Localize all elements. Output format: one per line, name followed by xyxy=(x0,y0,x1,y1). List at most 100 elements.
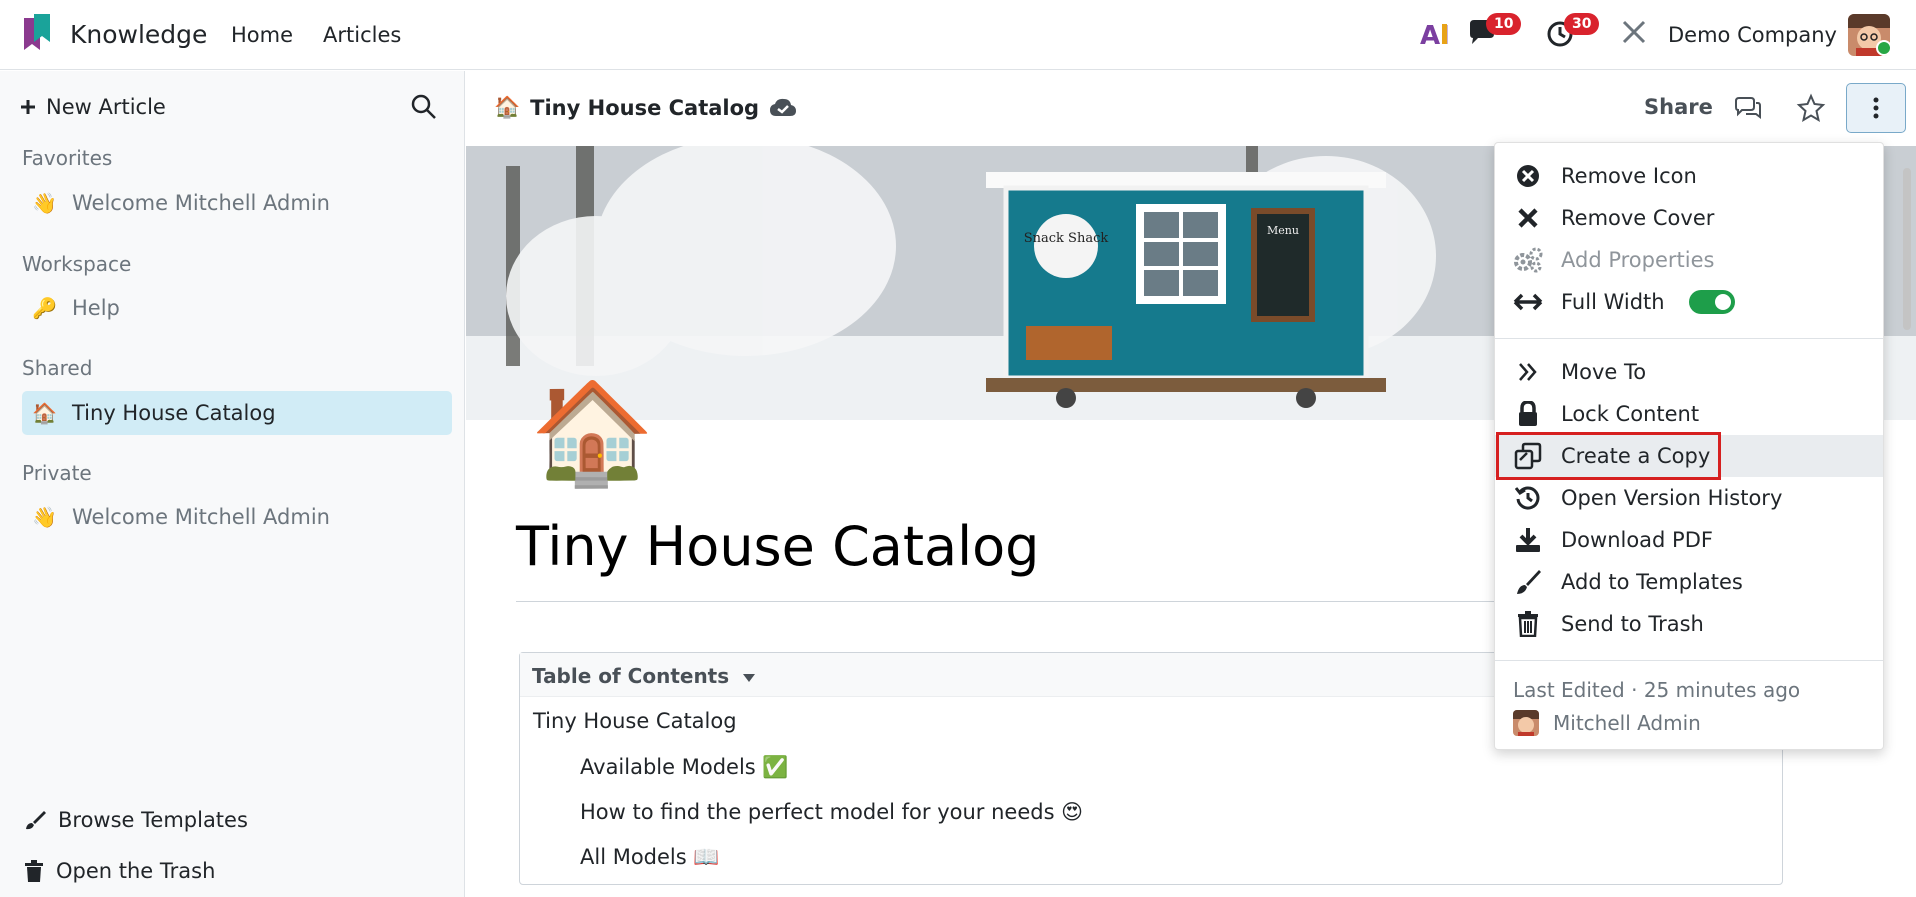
sidebar: New Article Favorites 👋 Welcome Mitchell… xyxy=(0,71,465,897)
settings-tools-icon[interactable] xyxy=(1618,16,1654,52)
breadcrumb-title: Tiny House Catalog xyxy=(530,95,760,120)
paintbrush-icon xyxy=(1517,570,1541,594)
kebab-icon xyxy=(1873,97,1879,119)
full-width-toggle[interactable] xyxy=(1688,290,1735,314)
article-title[interactable]: Tiny House Catalog xyxy=(516,515,1039,578)
remove-circle-icon xyxy=(1517,165,1539,187)
open-trash-button[interactable]: Open the Trash xyxy=(24,859,215,883)
toc-item[interactable]: Available Models ✅ xyxy=(580,755,789,780)
search-icon[interactable] xyxy=(410,93,438,121)
double-chevron-right-icon xyxy=(1519,363,1537,381)
menu-item-remove-icon[interactable]: Remove Icon xyxy=(1495,155,1883,197)
sidebar-item-label: Tiny House Catalog xyxy=(72,401,276,425)
company-switcher[interactable]: Demo Company xyxy=(1668,23,1837,47)
house-emoji-icon: 🏠 xyxy=(32,401,57,425)
menu-item-download-pdf[interactable]: Download PDF xyxy=(1495,519,1883,561)
nav-home[interactable]: Home xyxy=(231,23,293,47)
cover-sign-text: Snack Shack xyxy=(1024,231,1109,246)
new-article-button[interactable]: New Article xyxy=(20,95,166,119)
cloud-saved-icon xyxy=(770,98,797,116)
breadcrumb[interactable]: 🏠 Tiny House Catalog xyxy=(494,95,797,120)
activities-badge: 30 xyxy=(1564,13,1600,35)
comments-icon[interactable] xyxy=(1732,93,1762,123)
wave-emoji-icon: 👋 xyxy=(32,191,57,215)
favorites-section-title: Favorites xyxy=(22,146,113,170)
house-emoji-icon: 🏠 xyxy=(494,95,521,119)
key-emoji-icon: 🔑 xyxy=(32,296,57,320)
history-icon xyxy=(1515,486,1540,510)
menu-item-full-width[interactable]: Full Width xyxy=(1495,281,1883,323)
browse-templates-button[interactable]: Browse Templates xyxy=(24,808,248,832)
menu-item-label: Send to Trash xyxy=(1561,612,1704,636)
menu-item-label: Full Width xyxy=(1561,290,1665,314)
sidebar-item-welcome-favorite[interactable]: 👋 Welcome Mitchell Admin xyxy=(22,181,452,225)
sidebar-item-help[interactable]: 🔑 Help xyxy=(22,286,452,330)
toc-item[interactable]: All Models 📖 xyxy=(580,845,720,870)
messages-icon[interactable]: 10 xyxy=(1466,13,1522,52)
toc-item[interactable]: How to find the perfect model for your n… xyxy=(580,800,1083,824)
trash-icon xyxy=(1518,611,1538,637)
title-divider xyxy=(516,601,1496,602)
toc-item[interactable]: Tiny House Catalog xyxy=(533,709,737,733)
private-section-title: Private xyxy=(22,461,92,485)
article-emoji-icon[interactable]: 🏠 xyxy=(530,378,655,488)
menu-item-label: Open Version History xyxy=(1561,486,1783,510)
menu-divider xyxy=(1495,338,1883,339)
menu-item-add-properties: Add Properties xyxy=(1495,239,1883,281)
menu-item-label: Remove Icon xyxy=(1561,164,1697,188)
editor-name: Mitchell Admin xyxy=(1553,711,1701,735)
last-editor: Mitchell Admin xyxy=(1513,710,1701,736)
sidebar-item-label: Help xyxy=(72,296,120,320)
share-button[interactable]: Share xyxy=(1644,95,1713,119)
wave-emoji-icon: 👋 xyxy=(32,505,57,529)
sidebar-item-tiny-house-catalog[interactable]: 🏠 Tiny House Catalog xyxy=(22,391,452,435)
caret-down-icon xyxy=(743,674,756,682)
menu-item-label: Move To xyxy=(1561,360,1647,384)
menu-item-add-to-templates[interactable]: Add to Templates xyxy=(1495,561,1883,603)
toc-title: Table of Contents xyxy=(532,664,756,688)
trash-icon xyxy=(25,860,43,882)
menu-item-lock-content[interactable]: Lock Content xyxy=(1495,393,1883,435)
paintbrush-icon xyxy=(26,811,46,830)
app-name[interactable]: Knowledge xyxy=(70,20,207,49)
menu-item-send-to-trash[interactable]: Send to Trash xyxy=(1495,603,1883,645)
editor-avatar xyxy=(1513,710,1539,736)
shared-section-title: Shared xyxy=(22,356,93,380)
content-scrollbar[interactable] xyxy=(1900,150,1914,897)
menu-item-label: Add Properties xyxy=(1561,248,1715,272)
messages-badge: 10 xyxy=(1486,13,1522,35)
activities-icon[interactable]: 30 xyxy=(1544,13,1600,52)
cover-menu-text: Menu xyxy=(1267,224,1299,237)
knowledge-logo-icon[interactable] xyxy=(20,14,54,54)
menu-item-label: Download PDF xyxy=(1561,528,1713,552)
sidebar-item-welcome-private[interactable]: 👋 Welcome Mitchell Admin xyxy=(22,495,452,539)
gears-icon xyxy=(1514,247,1543,273)
create-copy-highlight xyxy=(1496,432,1721,480)
menu-item-remove-cover[interactable]: Remove Cover xyxy=(1495,197,1883,239)
top-navbar: Knowledge Home Articles AI 10 30 Demo Co… xyxy=(0,0,1916,70)
sidebar-item-label: Welcome Mitchell Admin xyxy=(72,505,330,529)
open-trash-label: Open the Trash xyxy=(56,859,216,883)
menu-item-label: Lock Content xyxy=(1561,402,1700,426)
nav-articles[interactable]: Articles xyxy=(323,23,401,47)
lock-icon xyxy=(1519,401,1537,426)
scrollbar-thumb[interactable] xyxy=(1903,168,1911,330)
ai-icon[interactable]: AI xyxy=(1418,16,1454,52)
last-edited-text: Last Edited · 25 minutes ago xyxy=(1513,678,1801,702)
sidebar-item-label: Welcome Mitchell Admin xyxy=(72,191,330,215)
more-options-button[interactable] xyxy=(1846,83,1906,133)
menu-item-version-history[interactable]: Open Version History xyxy=(1495,477,1883,519)
plus-icon xyxy=(21,100,35,114)
new-article-label: New Article xyxy=(46,95,166,119)
menu-divider xyxy=(1495,660,1883,661)
close-icon xyxy=(1518,208,1538,228)
online-status-dot xyxy=(1876,40,1892,56)
workspace-section-title: Workspace xyxy=(22,252,132,276)
arrows-horizontal-icon xyxy=(1513,293,1543,311)
star-icon[interactable] xyxy=(1796,93,1826,123)
menu-item-move-to[interactable]: Move To xyxy=(1495,351,1883,393)
download-icon xyxy=(1516,528,1540,552)
browse-templates-label: Browse Templates xyxy=(58,808,248,832)
article-header: 🏠 Tiny House Catalog Share xyxy=(466,71,1916,146)
menu-item-label: Add to Templates xyxy=(1561,570,1743,594)
